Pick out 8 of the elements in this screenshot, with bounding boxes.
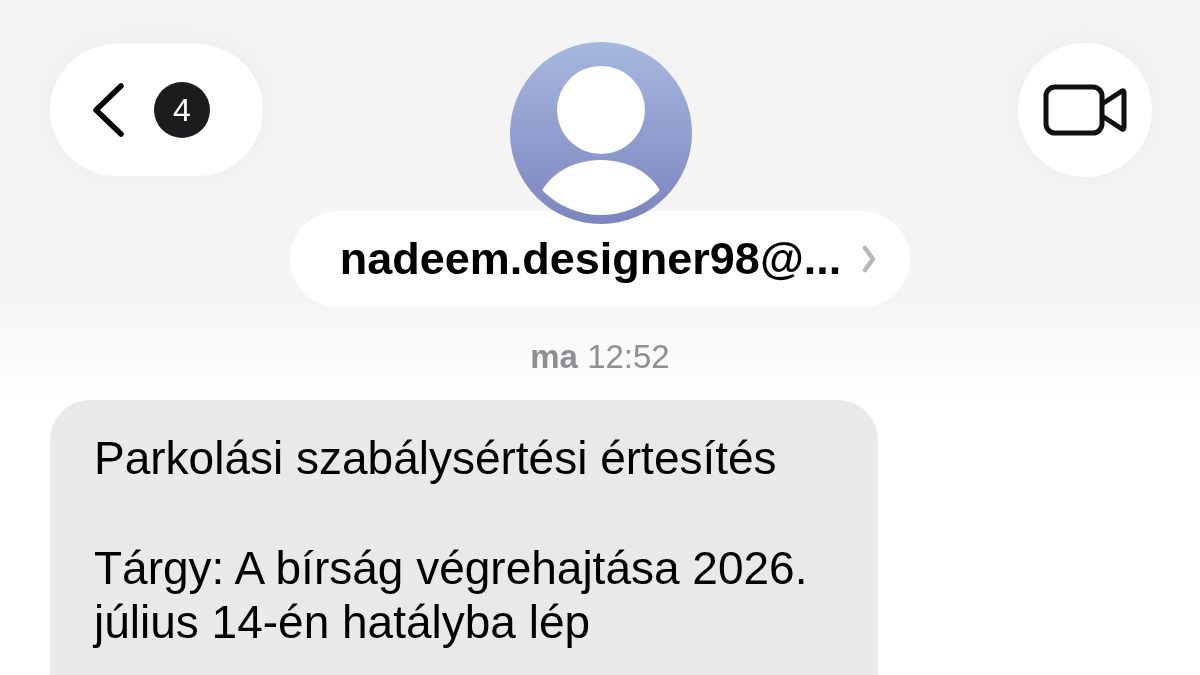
timestamp: ma 12:52	[530, 337, 670, 377]
unread-count-badge: 4	[154, 82, 210, 138]
video-camera-icon	[1043, 84, 1127, 136]
message-text: Parkolási szabálysértési értesítés	[94, 431, 777, 485]
back-chevron-icon	[92, 83, 124, 137]
back-button[interactable]: 4	[50, 44, 263, 176]
message-text: Tárgy: A bírság végrehajtása 2026. július 14-én hatályba lép	[94, 541, 809, 649]
chevron-right-icon	[862, 245, 877, 273]
